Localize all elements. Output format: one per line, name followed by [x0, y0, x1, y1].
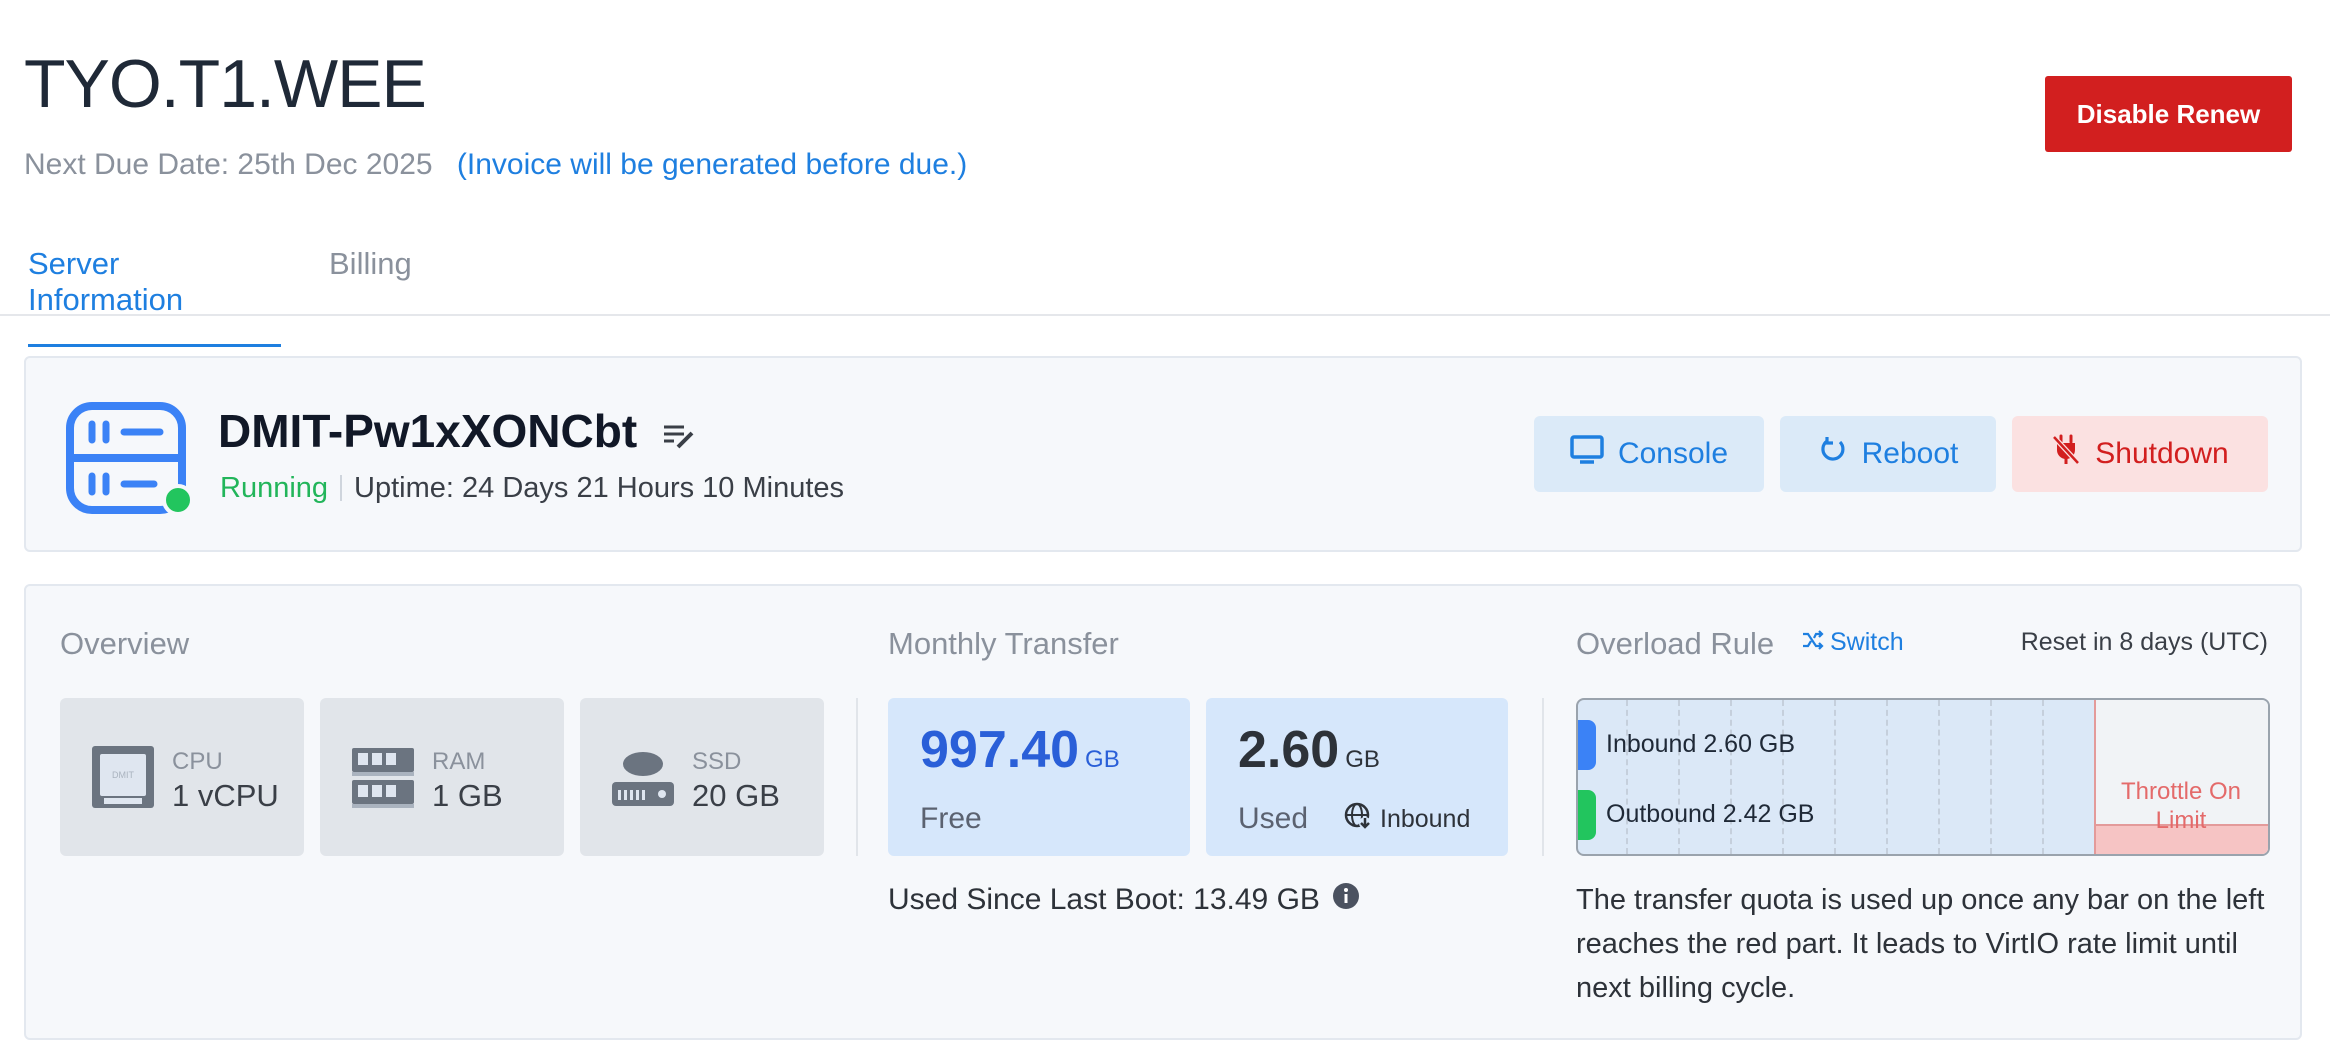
transfer-free-tile: 997.40 GB Free: [888, 698, 1190, 856]
hard-drive-icon: [610, 744, 676, 815]
grid-line: [1730, 700, 1732, 854]
throttle-label: Throttle On Limit: [2120, 778, 2242, 834]
since-boot-line: Used Since Last Boot: 13.49 GB: [888, 882, 1360, 918]
server-info-card: Overview DMIT CPU 1 vCPU RAM 1 GB SSD 20…: [24, 584, 2302, 1040]
power-off-icon: [2051, 434, 2081, 474]
monthly-transfer-label: Monthly Transfer: [888, 626, 1119, 661]
server-card: DMIT-Pw1xXONCbt Running Uptime: 24 Days 2…: [24, 356, 2302, 552]
page-title: TYO.T1.WEE: [24, 46, 427, 122]
due-date: Next Due Date: 25th Dec 2025: [24, 148, 433, 181]
reboot-label: Reboot: [1861, 437, 1959, 470]
ssd-label: SSD: [692, 748, 742, 775]
grid-line: [1990, 700, 1992, 854]
cpu-label: CPU: [172, 748, 223, 775]
grid-line: [1626, 700, 1628, 854]
transfer-free-value: 997.40: [920, 721, 1080, 779]
cpu-icon: DMIT: [90, 744, 156, 815]
cpu-tile: DMIT CPU 1 vCPU: [60, 698, 304, 856]
switch-label: Switch: [1830, 628, 1904, 656]
transfer-direction-label: Inbound: [1380, 805, 1471, 833]
ram-icon: [350, 744, 416, 815]
transfer-direction-toggle[interactable]: Inbound: [1344, 802, 1470, 837]
ram-label: RAM: [432, 748, 486, 775]
reboot-button[interactable]: Reboot: [1780, 416, 1996, 492]
shutdown-button[interactable]: Shutdown: [2012, 416, 2268, 492]
tab-bar: Server Information Billing: [0, 230, 2330, 347]
console-button[interactable]: Console: [1534, 416, 1764, 492]
server-name-text: DMIT-Pw1xXONCbt: [218, 405, 638, 457]
overload-rule-bar: Throttle On Limit Inbound 2.60 GB Outbou…: [1576, 698, 2270, 856]
quota-explanation: The transfer quota is used up once any b…: [1576, 884, 2265, 1004]
outbound-usage: Outbound 2.42 GB: [1606, 800, 1815, 828]
tab-server-information[interactable]: Server Information: [28, 246, 281, 347]
transfer-free-label: Free: [920, 802, 982, 835]
grid-line: [1938, 700, 1940, 854]
edit-note-icon[interactable]: [662, 408, 696, 462]
tab-billing[interactable]: Billing: [329, 246, 412, 308]
grid-line: [1834, 700, 1836, 854]
info-icon[interactable]: [1332, 882, 1360, 918]
outbound-bar: [1578, 790, 1596, 840]
since-boot-text: Used Since Last Boot: 13.49 GB: [888, 883, 1320, 916]
ram-tile: RAM 1 GB: [320, 698, 564, 856]
cpu-chip-text: DMIT: [112, 770, 134, 780]
globe-arrow-icon: [1344, 802, 1372, 837]
ssd-value: 20 GB: [692, 778, 780, 813]
switch-rule-link[interactable]: Switch: [1802, 628, 1904, 657]
monitor-icon: [1570, 435, 1604, 473]
transfer-free-unit: GB: [1085, 746, 1120, 773]
transfer-used-amount: 2.60 GB: [1238, 720, 1380, 780]
due-date-line: Next Due Date: 25th Dec 2025 (Invoice wi…: [24, 148, 967, 182]
shutdown-label: Shutdown: [2095, 437, 2229, 470]
grid-line: [1886, 700, 1888, 854]
reset-countdown: Reset in 8 days (UTC): [2020, 628, 2268, 656]
cpu-value: 1 vCPU: [172, 778, 279, 813]
transfer-used-label: Used: [1238, 802, 1309, 835]
transfer-used-value: 2.60: [1238, 721, 1340, 779]
overview-label: Overview: [60, 626, 190, 661]
grid-line: [2042, 700, 2044, 854]
transfer-used-unit: GB: [1345, 746, 1380, 773]
section-divider: [856, 698, 858, 856]
ram-value: 1 GB: [432, 778, 503, 813]
console-label: Console: [1617, 437, 1729, 470]
transfer-free-amount: 997.40 GB: [920, 720, 1120, 780]
section-divider: [1542, 698, 1544, 856]
shuffle-icon: [1802, 628, 1824, 657]
uptime-text: Uptime: 24 Days 21 Hours 10 Minutes: [354, 472, 845, 504]
status-divider: [340, 475, 343, 501]
inbound-bar: [1578, 720, 1596, 770]
server-status-line: Running Uptime: 24 Days 21 Hours 10 Minut…: [220, 472, 844, 505]
server-icon: [64, 400, 214, 520]
ssd-tile: SSD 20 GB: [580, 698, 824, 856]
grid-line: [1782, 700, 1784, 854]
overload-rule-label: Overload Rule: [1576, 626, 1775, 661]
refresh-icon: [1818, 435, 1848, 473]
page-header: TYO.T1.WEE: [24, 46, 427, 122]
inbound-usage: Inbound 2.60 GB: [1606, 730, 1796, 758]
disable-renew-button[interactable]: Disable Renew: [2045, 76, 2292, 152]
invoice-note: (Invoice will be generated before due.): [456, 148, 968, 181]
transfer-used-tile: 2.60 GB Used Inbound: [1206, 698, 1508, 856]
status-badge: Running: [220, 472, 329, 504]
grid-line: [1678, 700, 1680, 854]
server-name: DMIT-Pw1xXONCbt: [218, 404, 696, 462]
